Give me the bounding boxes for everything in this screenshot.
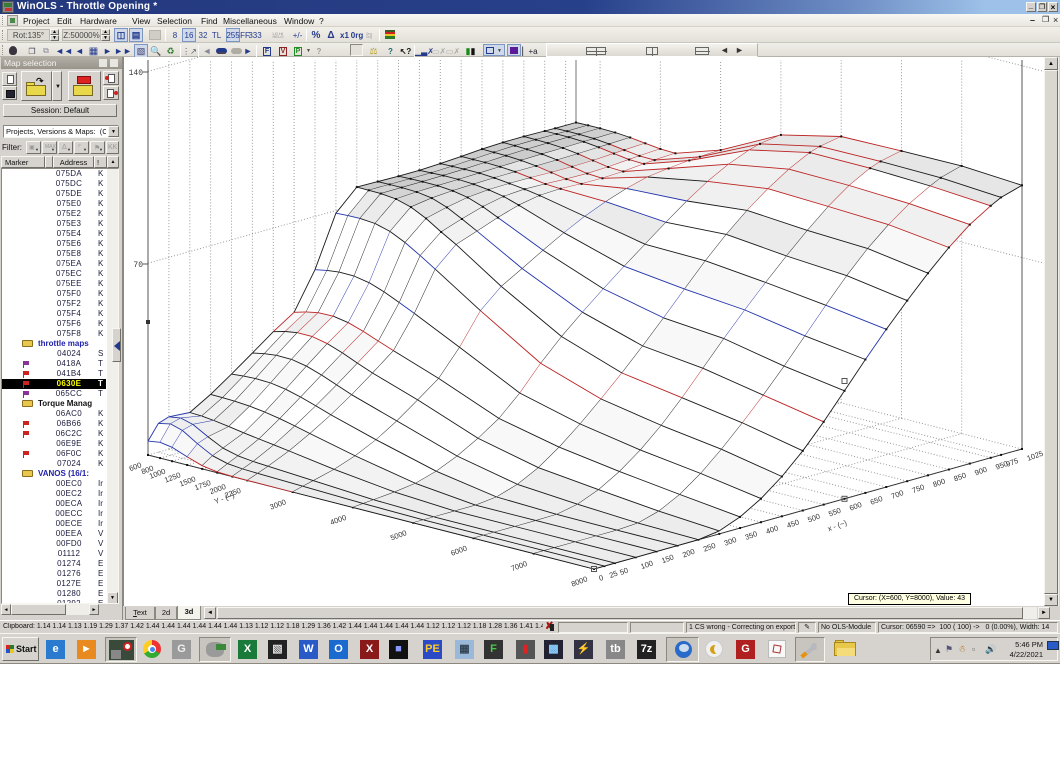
svg-text:70: 70 xyxy=(133,261,143,270)
svg-text:140: 140 xyxy=(129,69,144,78)
